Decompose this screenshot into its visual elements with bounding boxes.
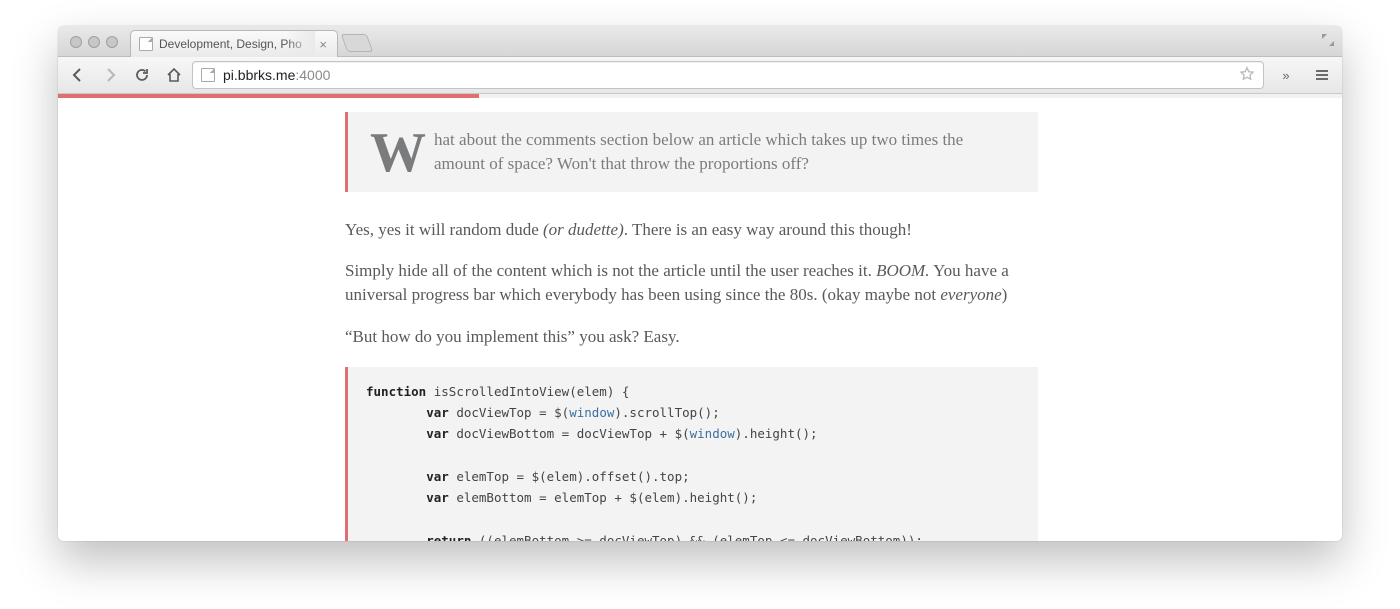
paragraph-2: Simply hide all of the content which is … xyxy=(345,259,1038,307)
browser-tab-active[interactable]: Development, Design, Pho × xyxy=(130,30,338,57)
minimize-window-button[interactable] xyxy=(88,36,100,48)
close-tab-button[interactable]: × xyxy=(317,38,329,51)
blockquote-text: hat about the comments section below an … xyxy=(434,130,963,173)
blockquote: W hat about the comments section below a… xyxy=(345,112,1038,192)
page-viewport[interactable]: W hat about the comments section below a… xyxy=(58,94,1342,541)
zoom-window-button[interactable] xyxy=(106,36,118,48)
back-button[interactable] xyxy=(64,62,92,88)
hamburger-menu-button[interactable] xyxy=(1308,62,1336,88)
tab-title: Development, Design, Pho xyxy=(159,37,302,51)
reading-progress-track xyxy=(58,94,1342,98)
article-body: W hat about the comments section below a… xyxy=(345,94,1038,541)
reload-button[interactable] xyxy=(128,62,156,88)
window-controls xyxy=(70,36,118,48)
paragraph-3: “But how do you implement this” you ask?… xyxy=(345,325,1038,349)
tab-strip: Development, Design, Pho × xyxy=(58,26,1342,57)
address-bar[interactable]: pi.bbrks.me:4000 xyxy=(192,61,1264,89)
home-button[interactable] xyxy=(160,62,188,88)
paragraph-1: Yes, yes it will random dude (or dudette… xyxy=(345,218,1038,242)
url-text: pi.bbrks.me:4000 xyxy=(223,67,1231,83)
drop-cap: W xyxy=(370,132,426,174)
reading-progress-bar xyxy=(58,94,479,98)
bookmark-star-icon[interactable] xyxy=(1239,66,1255,85)
browser-window: Development, Design, Pho × xyxy=(58,26,1342,541)
close-window-button[interactable] xyxy=(70,36,82,48)
page-icon xyxy=(139,37,153,51)
overflow-chevron-icon[interactable]: » xyxy=(1268,62,1304,88)
toolbar: pi.bbrks.me:4000 » xyxy=(58,57,1342,94)
forward-button[interactable] xyxy=(96,62,124,88)
code-block: function isScrolledIntoView(elem) { var … xyxy=(345,367,1038,541)
enter-fullscreen-icon[interactable] xyxy=(1320,32,1336,48)
new-tab-button[interactable] xyxy=(341,34,374,52)
site-page-icon xyxy=(201,68,215,82)
